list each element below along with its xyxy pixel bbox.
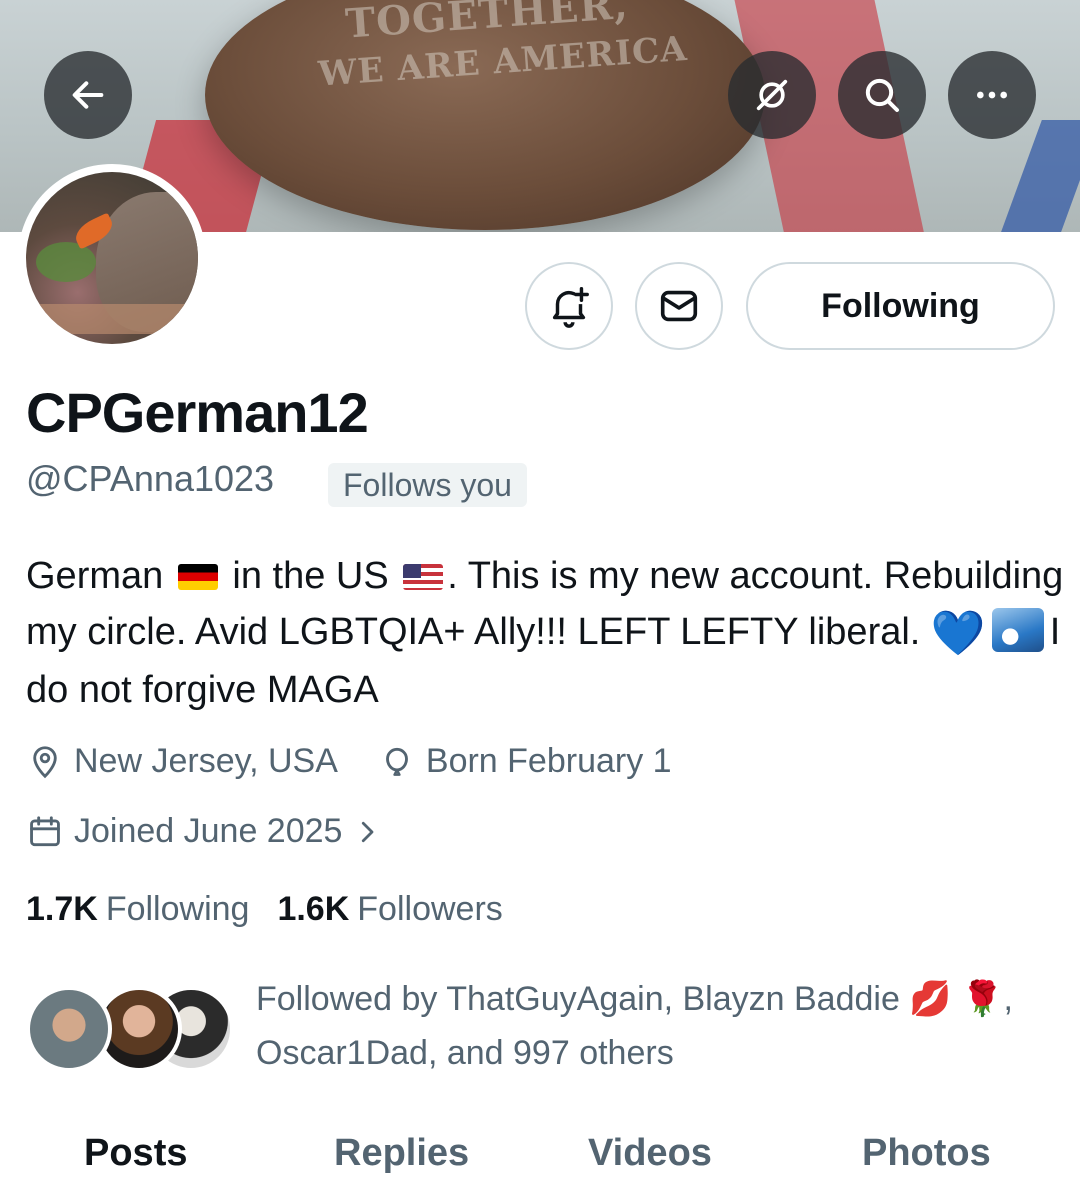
search-icon <box>865 78 899 112</box>
profile-avatar[interactable] <box>18 164 206 352</box>
profile-meta-row: New Jersey, USA Born February 1 <box>26 742 672 781</box>
following-label: Following <box>105 890 250 928</box>
more-button[interactable] <box>948 51 1036 139</box>
envelope-icon <box>660 290 698 322</box>
follow-counts: 1.7K Following 1.6K Followers <box>26 890 531 929</box>
handle: @CPAnna1023 <box>26 458 275 499</box>
avatar-deck <box>26 304 198 334</box>
lips-icon: 💋 <box>909 979 952 1019</box>
follows-you-badge: Follows you <box>328 463 527 507</box>
grok-icon <box>756 79 788 111</box>
back-button[interactable] <box>44 51 132 139</box>
banner-blue-stripe <box>998 120 1080 232</box>
follower-avatar <box>26 986 112 1072</box>
calendar-icon <box>30 815 60 846</box>
us-flag-icon <box>403 564 444 590</box>
birthday: Born February 1 <box>378 742 672 781</box>
search-button[interactable] <box>838 51 926 139</box>
profile-bio: German in the US . This is my new accoun… <box>26 548 1066 718</box>
tab-photos[interactable]: Photos <box>862 1132 991 1175</box>
bio-text: German <box>26 555 164 597</box>
more-icon <box>977 91 1007 99</box>
followers-count-link[interactable]: 1.6K Followers <box>277 890 502 929</box>
followed-by-line1: Followed by ThatGuyAgain, Blayzn Baddie <box>256 980 900 1018</box>
following-count: 1.7K <box>26 890 98 928</box>
blue-heart-icon: 💙 <box>930 608 986 659</box>
followed-by-text[interactable]: Followed by ThatGuyAgain, Blayzn Baddie … <box>256 972 1046 1080</box>
followers-label: Followers <box>357 890 503 928</box>
message-button[interactable] <box>635 262 723 350</box>
following-button[interactable]: Following <box>746 262 1055 350</box>
avatar-plant <box>36 242 96 282</box>
location-text: New Jersey, USA <box>74 742 338 780</box>
joined-row[interactable]: Joined June 2025 <box>26 812 382 851</box>
wave-icon <box>991 608 1044 652</box>
joined-text: Joined June 2025 <box>74 812 343 850</box>
notifications-button[interactable] <box>525 262 613 350</box>
display-name: CPGerman12 <box>26 381 369 444</box>
followers-count: 1.6K <box>277 890 350 928</box>
location-pin-icon <box>33 745 57 778</box>
bio-text: in the US <box>232 555 389 597</box>
grok-button[interactable] <box>728 51 816 139</box>
german-flag-icon <box>177 564 218 590</box>
tab-videos[interactable]: Videos <box>588 1132 712 1175</box>
tab-replies[interactable]: Replies <box>334 1132 469 1175</box>
rose-icon: 🌹 <box>961 979 1004 1019</box>
joined[interactable]: Joined June 2025 <box>26 812 382 851</box>
avatar-image <box>26 172 198 344</box>
bell-plus-icon <box>552 287 589 328</box>
following-count-link[interactable]: 1.7K Following <box>26 890 249 929</box>
birthday-text: Born February 1 <box>425 742 672 780</box>
balloon-icon <box>385 747 408 776</box>
arrow-left-icon <box>72 81 104 109</box>
profile-tabs: Posts Replies Videos Photos <box>0 1120 1080 1200</box>
chevron-right-icon <box>362 821 374 842</box>
location: New Jersey, USA <box>26 742 338 781</box>
tab-posts[interactable]: Posts <box>84 1132 187 1175</box>
